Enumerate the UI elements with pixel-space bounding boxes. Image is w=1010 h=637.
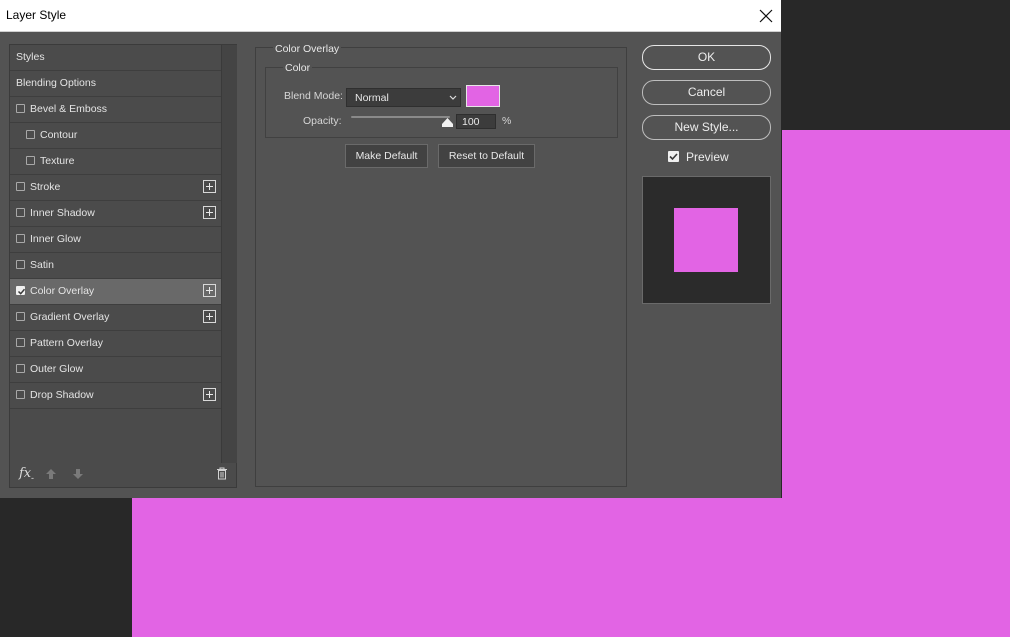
make-default-button[interactable]: Make Default: [345, 144, 428, 168]
style-item-inner-shadow[interactable]: Inner Shadow: [10, 201, 221, 227]
style-checkbox[interactable]: [26, 156, 35, 165]
opacity-input[interactable]: 100: [456, 114, 496, 129]
style-checkbox[interactable]: [16, 104, 25, 113]
style-item-label: Inner Glow: [30, 233, 81, 245]
preview-label: Preview: [686, 150, 729, 164]
style-item-label: Blending Options: [16, 77, 96, 89]
style-item-label: Contour: [40, 129, 78, 141]
style-checkbox[interactable]: [16, 338, 25, 347]
fx-dropdown-indicator: -: [31, 473, 34, 483]
percent-sign: %: [502, 115, 512, 127]
add-style-plus-icon[interactable]: [203, 388, 216, 401]
style-checkbox[interactable]: [16, 260, 25, 269]
add-style-plus-icon[interactable]: [203, 180, 216, 193]
style-item-label: Pattern Overlay: [30, 337, 103, 349]
move-down-icon[interactable]: [72, 468, 84, 480]
preview-checkbox[interactable]: [668, 151, 679, 162]
layer-style-dialog: Layer Style Styles Blending Options Bevel …: [0, 0, 781, 498]
style-checkbox[interactable]: [16, 182, 25, 191]
style-item-label: Outer Glow: [30, 363, 84, 375]
style-item-contour[interactable]: Contour: [10, 123, 221, 149]
style-item-inner-glow[interactable]: Inner Glow: [10, 227, 221, 253]
style-item-label: Bevel & Emboss: [30, 103, 108, 115]
style-item-bevel-and-emboss[interactable]: Bevel & Emboss: [10, 97, 221, 123]
blend-mode-label: Blend Mode:: [284, 90, 343, 102]
style-item-blending-options[interactable]: Blending Options: [10, 71, 221, 97]
style-checkbox[interactable]: [16, 390, 25, 399]
fx-icon[interactable]: fx: [19, 466, 31, 481]
style-checkbox[interactable]: [16, 364, 25, 373]
color-overlay-panel: Color Overlay Color Blend Mode: Normal O…: [255, 43, 627, 487]
color-group: Color Blend Mode: Normal Opacity: 100 %: [265, 62, 618, 138]
style-item-label: Color Overlay: [30, 285, 95, 297]
style-item-stroke[interactable]: Stroke: [10, 175, 221, 201]
add-style-plus-icon[interactable]: [203, 284, 216, 297]
style-checkbox[interactable]: [16, 286, 26, 295]
blend-mode-value: Normal: [355, 92, 389, 104]
overlay-color-swatch[interactable]: [466, 85, 500, 107]
opacity-slider-thumb[interactable]: [441, 118, 453, 127]
preview-thumbnail: [642, 176, 771, 304]
styles-scrollbar[interactable]: [221, 45, 237, 463]
style-item-outer-glow[interactable]: Outer Glow: [10, 357, 221, 383]
close-icon: [759, 9, 773, 23]
style-item-texture[interactable]: Texture: [10, 149, 221, 175]
style-item-satin[interactable]: Satin: [10, 253, 221, 279]
checkmark-icon: [17, 288, 26, 295]
preview-color-sample: [674, 208, 738, 272]
style-item-drop-shadow[interactable]: Drop Shadow: [10, 383, 221, 409]
style-item-styles[interactable]: Styles: [10, 45, 221, 71]
reset-to-default-button[interactable]: Reset to Default: [438, 144, 535, 168]
style-item-label: Satin: [30, 259, 54, 271]
group-title: Color: [283, 62, 313, 74]
style-item-label: Texture: [40, 155, 75, 167]
style-item-label: Stroke: [30, 181, 61, 193]
styles-list-panel: Styles Blending Options Bevel & Emboss Cont…: [9, 44, 237, 488]
style-item-label: Styles: [16, 51, 45, 63]
style-item-pattern-overlay[interactable]: Pattern Overlay: [10, 331, 221, 357]
style-item-label: Inner Shadow: [30, 207, 95, 219]
add-style-plus-icon[interactable]: [203, 310, 216, 323]
style-checkbox[interactable]: [26, 130, 35, 139]
style-checkbox[interactable]: [16, 208, 25, 217]
dialog-title: Layer Style: [6, 8, 67, 22]
title-bar: Layer Style: [0, 0, 781, 32]
new-style-button[interactable]: New Style...: [642, 115, 771, 140]
move-up-icon[interactable]: [45, 468, 57, 480]
styles-footer-toolbar: fx -: [10, 463, 236, 487]
section-title: Color Overlay: [273, 43, 342, 55]
add-style-plus-icon[interactable]: [203, 206, 216, 219]
style-item-label: Drop Shadow: [30, 389, 94, 401]
blend-mode-select[interactable]: Normal: [346, 88, 461, 107]
trash-icon[interactable]: [216, 467, 228, 480]
checkmark-icon: [669, 153, 678, 161]
style-checkbox[interactable]: [16, 234, 25, 243]
cancel-button[interactable]: Cancel: [642, 80, 771, 105]
opacity-value: 100: [462, 116, 480, 128]
style-item-gradient-overlay[interactable]: Gradient Overlay: [10, 305, 221, 331]
style-checkbox[interactable]: [16, 312, 25, 321]
opacity-slider-track[interactable]: [351, 116, 450, 118]
canvas-layer-magenta-bottom: [132, 498, 1010, 637]
opacity-label: Opacity:: [303, 115, 342, 127]
style-item-color-overlay[interactable]: Color Overlay: [10, 279, 221, 305]
close-button[interactable]: [752, 2, 780, 30]
style-item-label: Gradient Overlay: [30, 311, 110, 323]
ok-button[interactable]: OK: [642, 45, 771, 70]
chevron-down-icon: [449, 95, 457, 100]
